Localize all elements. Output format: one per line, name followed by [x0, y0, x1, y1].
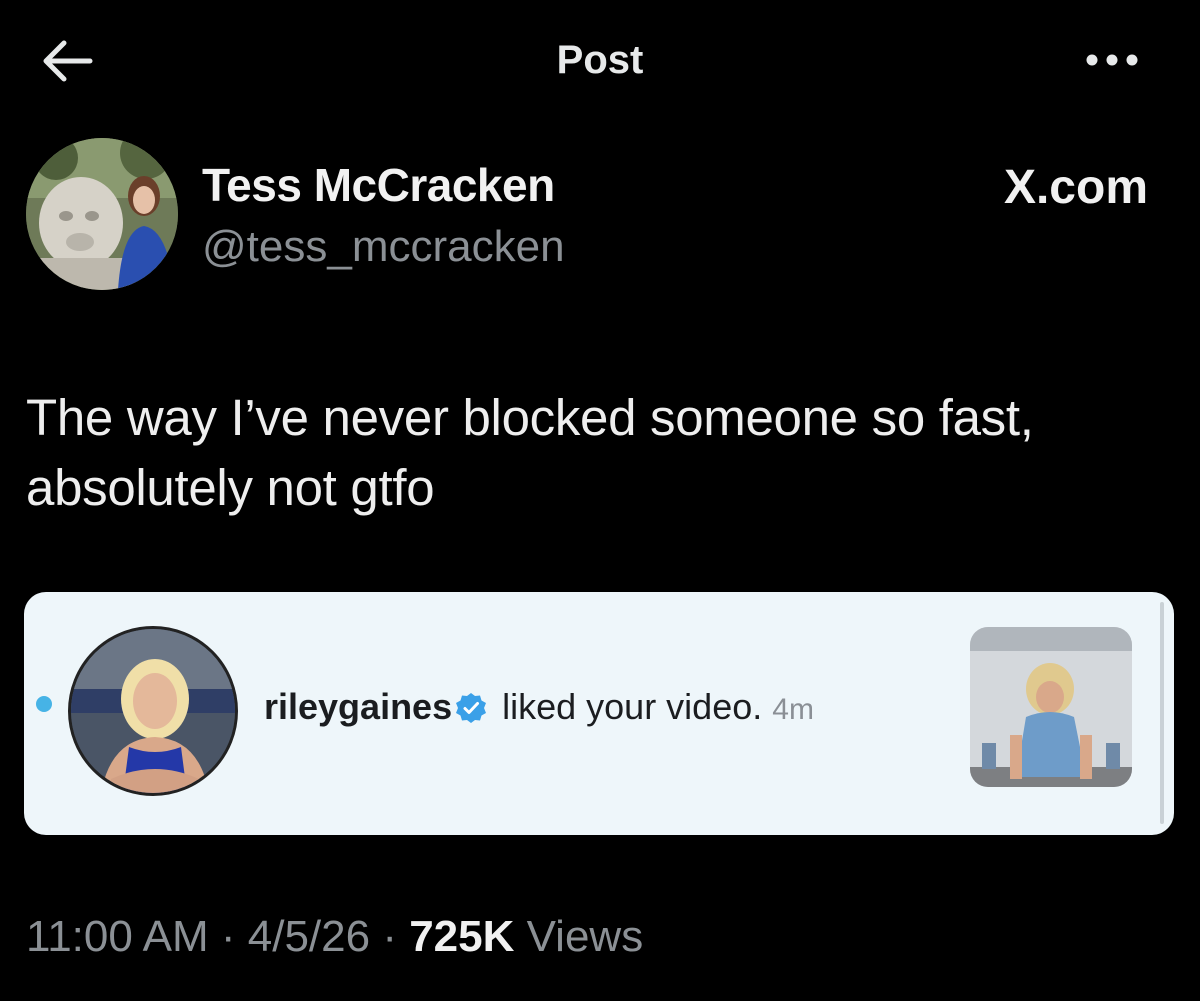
- author-display-name[interactable]: Tess McCracken: [202, 158, 555, 212]
- more-horizontal-icon: [1086, 54, 1138, 66]
- post-time: 11:00 AM: [26, 912, 209, 961]
- views-label: Views: [514, 912, 644, 961]
- notification-time: 4m: [772, 693, 814, 726]
- separator-dot: ·: [208, 912, 248, 961]
- separator-dot: ·: [370, 912, 410, 961]
- post-metadata: 11:00 AM · 4/5/26 · 725K Views: [26, 912, 643, 962]
- post-date: 4/5/26: [247, 912, 371, 961]
- notification-username: rileygaines: [264, 686, 453, 727]
- top-bar: Post: [0, 0, 1200, 120]
- verified-badge-icon: [456, 693, 487, 723]
- video-thumbnail-photo: [970, 627, 1132, 787]
- unread-dot-icon: [36, 696, 52, 712]
- avatar-photo: [26, 138, 178, 290]
- author-avatar[interactable]: [26, 138, 178, 290]
- post-text: The way I’ve never blocked someone so fa…: [26, 389, 1034, 516]
- author-handle[interactable]: @tess_mccracken: [202, 222, 565, 272]
- notification-avatar: [68, 626, 238, 796]
- x-brand-label: X.com: [1003, 161, 1148, 214]
- embedded-notification-image[interactable]: rileygaines liked your video. 4m: [24, 592, 1174, 835]
- notification-message: liked your video.: [492, 686, 763, 727]
- page-title: Post: [556, 38, 644, 82]
- scroll-edge: [1160, 602, 1164, 824]
- more-options-button[interactable]: [1082, 48, 1142, 72]
- video-thumbnail: [970, 627, 1132, 787]
- notification-text: rileygaines liked your video. 4m: [264, 686, 814, 728]
- views-count[interactable]: 725K: [409, 912, 514, 961]
- notification-avatar-photo: [71, 629, 235, 793]
